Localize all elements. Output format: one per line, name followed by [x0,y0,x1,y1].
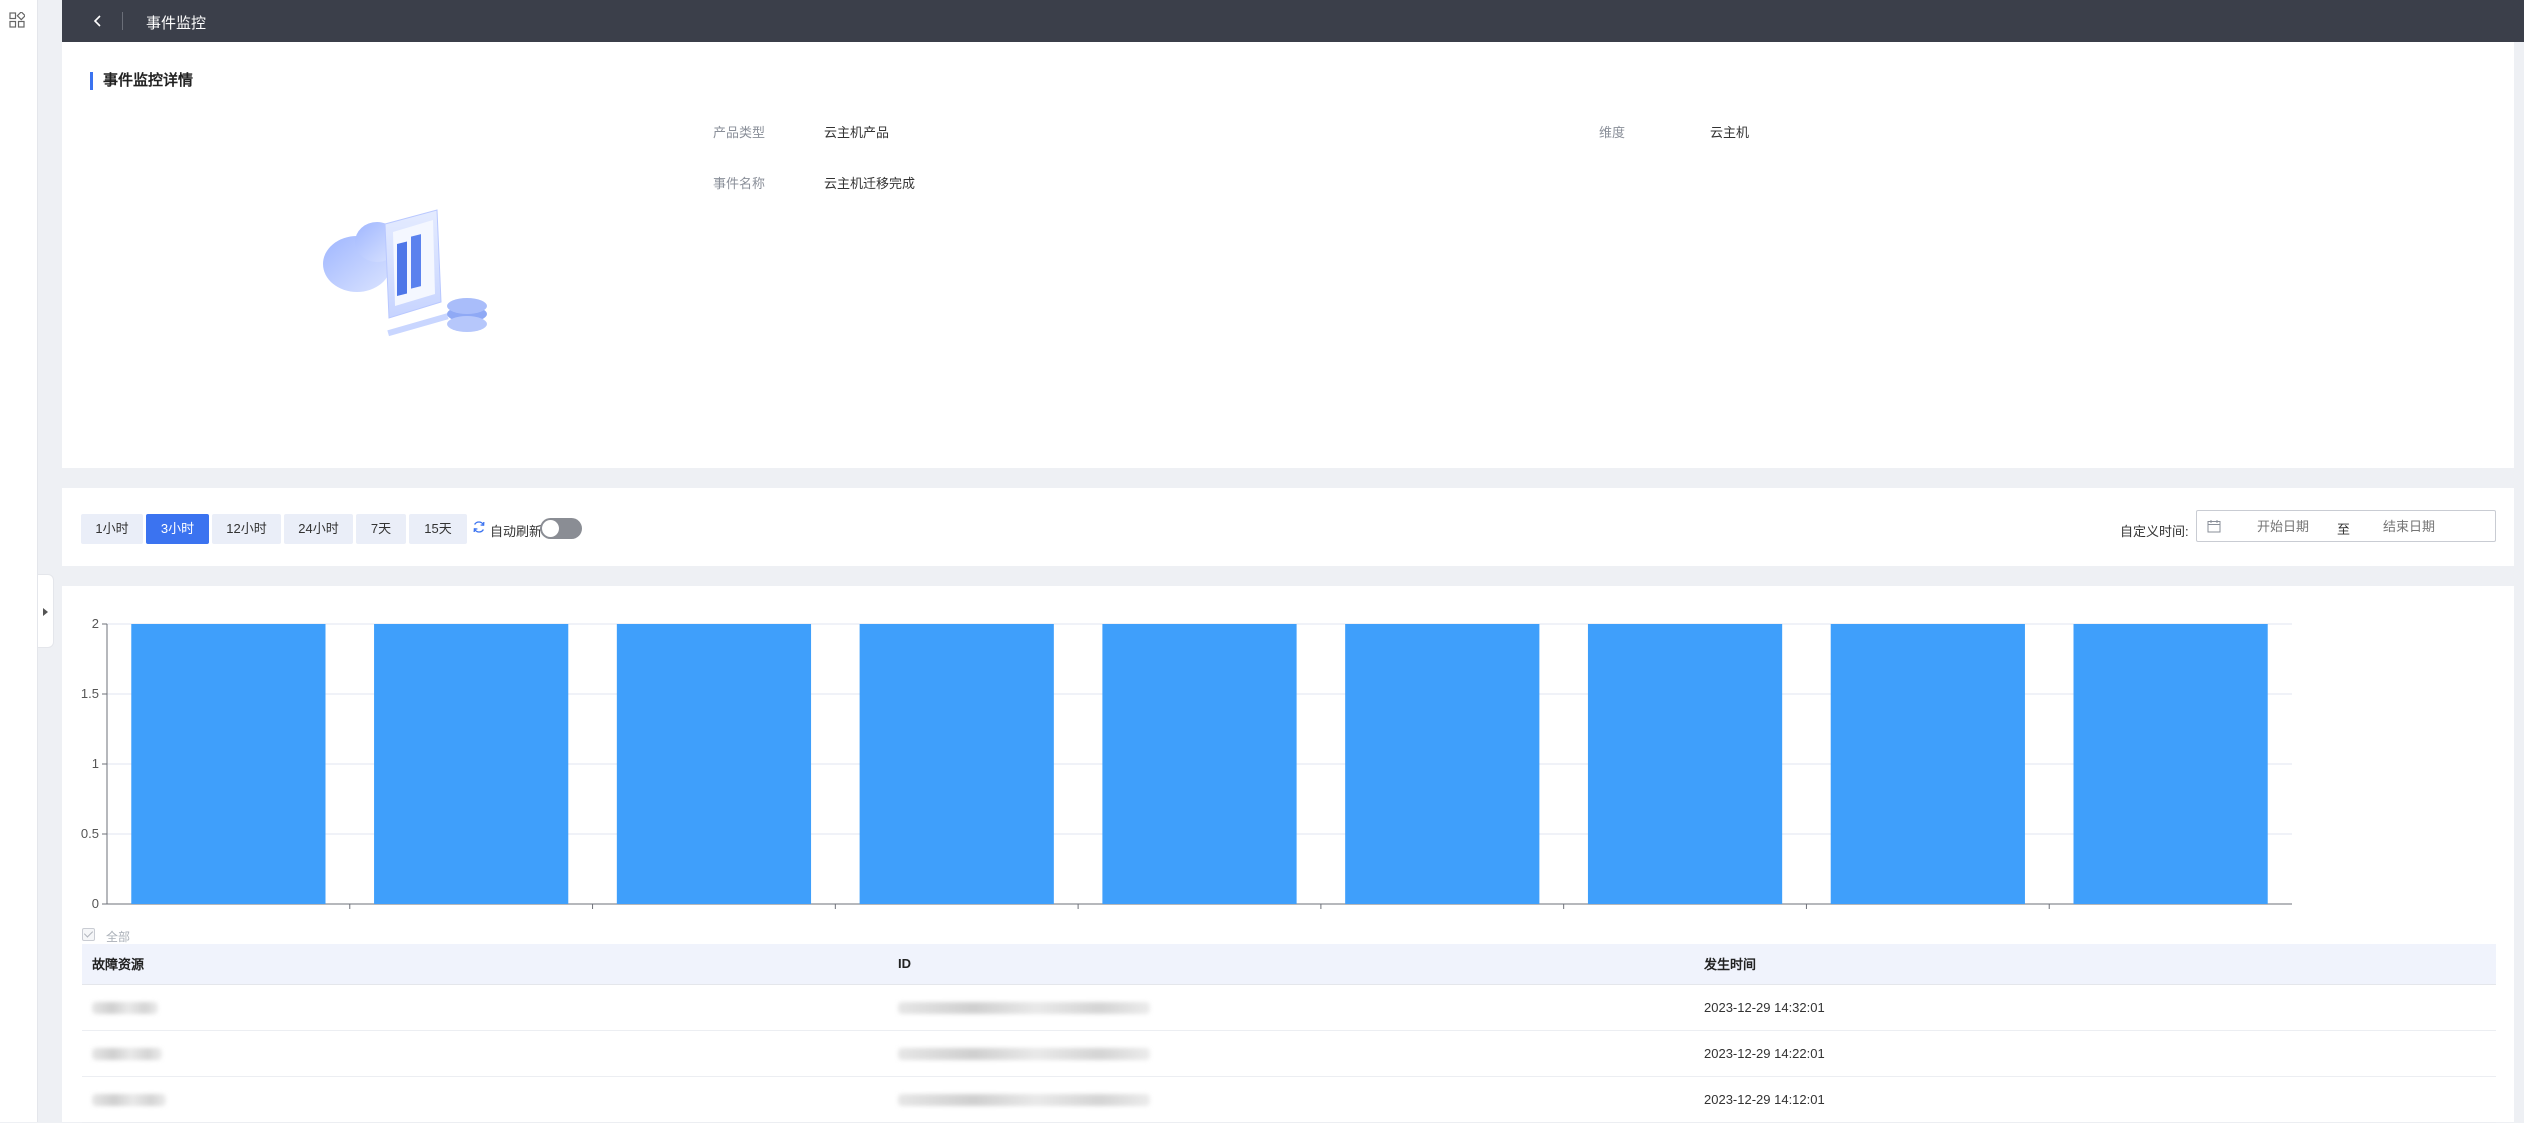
date-range-picker[interactable]: 至 [2196,510,2496,542]
event-detail-card: 事件监控详情 产品类型 云主机产品 维度 云主机 事件名称 云主机迁移完成 [62,42,2514,468]
end-date-input[interactable] [2363,519,2455,534]
y-tick-label: 1 [92,756,99,771]
caret-right-icon [43,608,48,616]
column-header-resource: 故障资源 [82,944,888,985]
cell-time: 2023-12-29 14:22:01 [1694,1030,2496,1077]
cell-time: 2023-12-29 14:32:01 [1694,984,2496,1031]
apps-grid-icon[interactable] [9,12,25,28]
cell-id-redacted [888,1030,1694,1077]
chart-bar [1830,624,2025,904]
start-date-input[interactable] [2237,519,2329,534]
event-table: 故障资源 ID 发生时间 2023-12-29 14:32:01 2023-12… [82,944,2496,1123]
cell-resource-redacted [82,1030,888,1077]
calendar-icon [2207,520,2221,533]
refresh-icon [473,521,485,533]
header-divider [122,12,123,30]
chart-bar [859,624,1054,904]
chart-and-table-card: 0 0.5 1 1.5 2 全部 故障资源 ID 发生时间 2023-12-29 14:… [62,586,2514,1123]
event-name-label: 事件名称 [713,176,766,191]
product-type-label: 产品类型 [713,125,766,140]
page-header: 事件监控 [62,0,2524,42]
cell-resource-redacted [82,1076,888,1123]
chart-bar [131,624,326,904]
range-3h-button[interactable]: 3小时 [146,514,209,544]
page-title: 事件监控 [146,15,207,32]
y-tick-label: 1.5 [81,686,99,701]
cell-id-redacted [888,984,1694,1031]
range-1h-button[interactable]: 1小时 [81,514,143,544]
chart-bar [2073,624,2268,904]
table-header-row: 故障资源 ID 发生时间 [82,944,2496,985]
dimension-value: 云主机 [1710,125,1750,140]
left-rail [0,0,54,1122]
product-type-value: 云主机产品 [824,125,890,140]
y-tick-label: 0.5 [81,826,99,841]
section-title: 事件监控详情 [90,72,193,90]
cell-id-redacted [888,1076,1694,1123]
back-arrow-icon[interactable] [88,11,108,31]
range-7d-button[interactable]: 7天 [356,514,406,544]
auto-refresh-toggle[interactable] [540,518,582,539]
legend-label: 全部 [106,930,131,944]
range-15d-button[interactable]: 15天 [409,514,467,544]
auto-refresh-label: 自动刷新 [490,524,543,539]
table-row[interactable]: 2023-12-29 14:12:01 [82,1076,2496,1123]
toggle-knob [542,520,559,537]
column-header-time: 发生时间 [1694,944,2496,985]
table-row[interactable]: 2023-12-29 14:22:01 [82,1030,2496,1077]
event-bar-chart: 0 0.5 1 1.5 2 [81,616,2292,911]
chart-bar [1345,624,1540,904]
chart-bar [1102,624,1297,904]
range-separator: 至 [2337,522,2351,537]
event-name-value: 云主机迁移完成 [824,176,916,191]
dimension-label: 维度 [1599,125,1626,140]
table-row[interactable]: 2023-12-29 14:32:01 [82,984,2496,1031]
cloud-server-illustration-icon [323,209,487,337]
chart-bar [1587,624,1783,904]
column-header-id: ID [888,944,1694,985]
range-12h-button[interactable]: 12小时 [212,514,281,544]
range-24h-button[interactable]: 24小时 [284,514,353,544]
select-all-checkbox[interactable] [82,928,95,941]
y-tick-label: 0 [92,896,99,911]
custom-time-label: 自定义时间: [2120,524,2189,539]
chart-bar [616,624,812,904]
sidebar-expand-toggle[interactable] [38,574,54,648]
cell-resource-redacted [82,984,888,1031]
time-range-toolbar: 1小时 3小时 12小时 24小时 7天 15天 自动刷新 自定义时间: 至 [62,488,2514,566]
cell-time: 2023-12-29 14:12:01 [1694,1076,2496,1123]
chart-bar [374,624,569,904]
y-tick-label: 2 [92,616,99,631]
